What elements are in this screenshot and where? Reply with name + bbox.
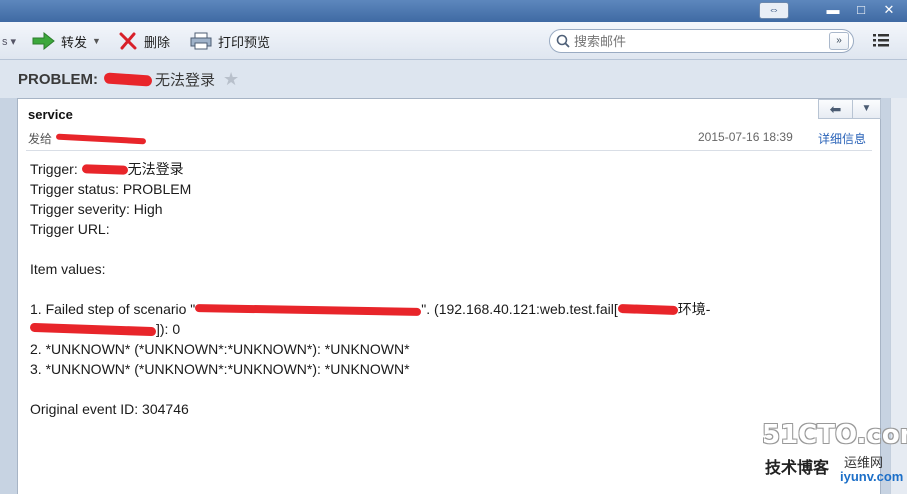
subject-suffix: 无法登录 xyxy=(155,72,216,89)
minimize-button[interactable]: ▬ xyxy=(820,2,846,19)
trigger-suffix: 无法登录 xyxy=(127,161,184,177)
print-preview-button[interactable]: 打印预览 xyxy=(190,30,270,52)
item-1-line-cont: ]): 0 xyxy=(29,319,710,339)
message-subject: PROBLEM: 无法登录 ★ xyxy=(18,69,239,90)
watermark-logo: 51CTO.com xyxy=(762,420,907,450)
item-1-line: 1. Failed step of scenario " ". (192.168.… xyxy=(30,299,710,319)
redaction-mark xyxy=(81,164,128,175)
search-icon xyxy=(556,34,570,48)
trigger-label: Trigger: xyxy=(30,161,82,177)
redaction-mark xyxy=(195,304,422,316)
details-link[interactable]: 详细信息 xyxy=(818,130,866,147)
window-titlebar: ⇔ ▬ □ ✕ xyxy=(0,0,907,22)
item-1-text-c: 环境- xyxy=(677,301,711,317)
star-icon[interactable]: ★ xyxy=(223,69,239,90)
toolbar: s ▾ 转发 ▼ 删除 打印预览 » xyxy=(0,22,907,60)
message-date: 2015-07-16 18:39 xyxy=(698,130,793,144)
watermark: 51CTO.com 技术博客 运维网 iyunv.com xyxy=(762,420,907,490)
forward-label: 转发 xyxy=(61,34,88,50)
item-1-text-d: ]): 0 xyxy=(156,321,181,337)
header-divider xyxy=(26,150,872,151)
item-1-text-a: 1. Failed step of scenario " xyxy=(30,301,196,317)
maximize-button[interactable]: □ xyxy=(848,2,874,19)
redaction-mark xyxy=(103,72,153,87)
search-box: » xyxy=(549,29,854,53)
redaction-mark xyxy=(55,133,147,144)
message-body: Trigger: 无法登录 Trigger status: PROBLEM Tr… xyxy=(29,159,710,419)
delete-label: 删除 xyxy=(144,34,171,50)
redaction-mark xyxy=(617,303,678,316)
search-input[interactable] xyxy=(574,33,824,49)
message-pane: service ⬅ ▼ 发给 2015-07-16 18:39 详细信息 Tri… xyxy=(17,98,881,494)
menu-list-icon[interactable] xyxy=(873,33,889,47)
recipient-line: 发给 xyxy=(28,130,147,147)
delete-x-icon xyxy=(119,32,137,50)
forward-arrow-icon xyxy=(32,32,55,50)
trigger-status: Trigger status: PROBLEM xyxy=(30,181,192,197)
message-header: PROBLEM: 无法登录 ★ xyxy=(0,60,907,98)
forward-dropdown-icon[interactable]: ▼ xyxy=(92,36,101,46)
watermark-sub: 技术博客 xyxy=(765,460,830,477)
forward-button[interactable]: 转发 ▼ xyxy=(31,30,101,52)
trigger-url: Trigger URL: xyxy=(30,221,110,237)
reply-actions: ⬅ ▼ xyxy=(818,99,881,119)
trigger-line: Trigger: 无法登录 xyxy=(30,159,710,179)
reply-arrow-icon[interactable]: ⬅ xyxy=(819,100,853,118)
more-actions-chevron-icon[interactable]: ▼ xyxy=(853,100,880,118)
previous-menu-chevron-icon[interactable]: s ▾ xyxy=(2,30,16,52)
delete-button[interactable]: 删除 xyxy=(118,30,170,52)
sender-name: service xyxy=(28,107,73,122)
item-values-label: Item values: xyxy=(30,261,106,277)
event-id-line: Original event ID: 304746 xyxy=(30,401,189,417)
subject-prefix: PROBLEM: xyxy=(18,71,98,88)
item-1-text-b: ". (192.168.40.121:web.test.fail[ xyxy=(421,301,618,317)
item-2-line: 2. *UNKNOWN* (*UNKNOWN*:*UNKNOWN*): *UNK… xyxy=(30,341,410,357)
search-options-chevron-icon[interactable]: » xyxy=(829,32,849,50)
printer-icon xyxy=(190,32,212,50)
item-3-line: 3. *UNKNOWN* (*UNKNOWN*:*UNKNOWN*): *UNK… xyxy=(30,361,410,377)
trigger-severity: Trigger severity: High xyxy=(30,201,163,217)
print-preview-label: 打印预览 xyxy=(218,34,271,50)
to-label: 发给 xyxy=(28,132,53,146)
watermark-url: iyunv.com xyxy=(840,469,904,484)
restore-view-button[interactable]: ⇔ xyxy=(759,2,789,19)
close-button[interactable]: ✕ xyxy=(876,2,902,19)
redaction-mark xyxy=(29,322,157,337)
